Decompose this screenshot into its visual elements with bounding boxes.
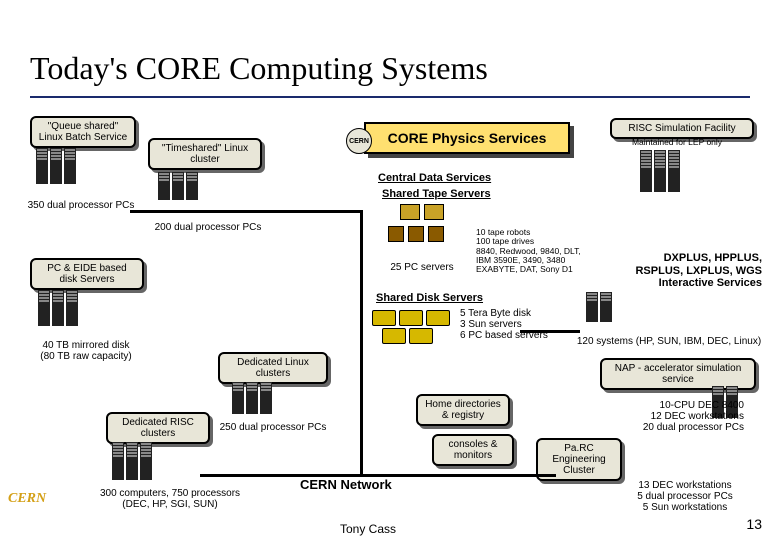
connector: [360, 210, 363, 474]
tape-details: 10 tape robots 100 tape drives 8840, Red…: [476, 228, 616, 275]
dedicated-risc-box: Dedicated RISC clusters: [106, 412, 210, 444]
cern-logo: CERN: [8, 492, 64, 526]
risc-note: 300 computers, 750 processors (DEC, HP, …: [90, 488, 250, 510]
shared-tape-heading: Shared Tape Servers: [382, 188, 491, 201]
disk-details: 5 Tera Byte disk 3 Sun servers 6 PC base…: [460, 308, 570, 341]
connector: [200, 474, 556, 477]
nap-note: 10-CPU DEC 8400 12 DEC workstations 20 d…: [604, 400, 744, 433]
connector: [130, 210, 360, 213]
tape-servers-label: 25 PC servers: [382, 262, 462, 273]
risc-sim-note: Maintained for LEP only: [614, 138, 740, 147]
mirrored-note: 40 TB mirrored disk (80 TB raw capacity): [26, 340, 146, 362]
page-number: 13: [746, 516, 762, 532]
timeshared-box: "Timeshared" Linux cluster: [148, 138, 262, 170]
dxplus-label: DXPLUS, HPPLUS, RSPLUS, LXPLUS, WGS Inte…: [622, 252, 762, 290]
timeshared-note: 200 dual processor PCs: [148, 222, 268, 233]
pc-eide-box: PC & EIDE based disk Servers: [30, 258, 144, 290]
shared-disk-heading: Shared Disk Servers: [376, 292, 483, 305]
dedicated-linux-note: 250 dual processor PCs: [208, 422, 338, 433]
cern-network-label: CERN Network: [300, 478, 392, 493]
systems-120: 120 systems (HP, SUN, IBM, DEC, Linux): [570, 336, 768, 347]
parc-note: 13 DEC workstations 5 dual processor PCs…: [620, 480, 750, 513]
author-footer: Tony Cass: [340, 522, 396, 536]
page-title: Today's CORE Computing Systems: [30, 50, 488, 87]
home-box: Home directories & registry: [416, 394, 510, 426]
risc-sim-box: RISC Simulation Facility: [610, 118, 754, 139]
title-underline: [30, 96, 750, 98]
consoles-box: consoles & monitors: [432, 434, 514, 466]
queue-shared-note: 350 dual processor PCs: [26, 200, 136, 211]
dedicated-linux-box: Dedicated Linux clusters: [218, 352, 328, 384]
queue-shared-box: "Queue shared" Linux Batch Service: [30, 116, 136, 148]
central-data-heading: Central Data Services: [378, 172, 491, 185]
connector: [520, 330, 580, 333]
core-physics-banner: CORE Physics Services: [364, 122, 570, 154]
cern-badge: CERN: [346, 128, 372, 154]
